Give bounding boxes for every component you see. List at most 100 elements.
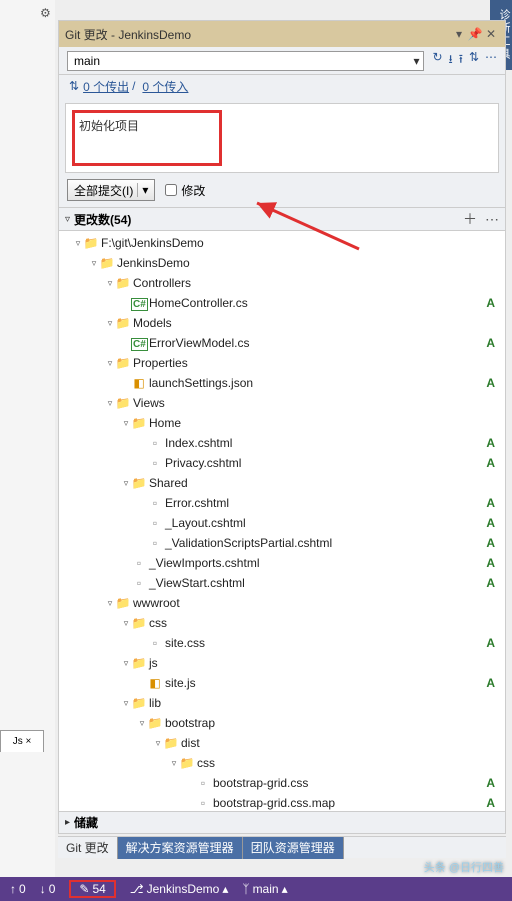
tree-row[interactable]: ▿📁Controllers bbox=[59, 273, 505, 293]
tree-row[interactable]: ▫_ViewImports.cshtmlA bbox=[59, 553, 505, 573]
tab-git-changes[interactable]: Git 更改 bbox=[58, 837, 118, 859]
tree-row[interactable]: ▿📁css bbox=[59, 753, 505, 773]
tree-row[interactable]: ▿📁lib bbox=[59, 693, 505, 713]
tree-row[interactable]: ▫Error.cshtmlA bbox=[59, 493, 505, 513]
sync-icon[interactable]: ⇅ bbox=[469, 50, 479, 71]
expand-icon[interactable]: ▿ bbox=[121, 618, 131, 629]
expand-icon[interactable]: ▿ bbox=[121, 478, 131, 489]
expand-icon[interactable]: ▿ bbox=[105, 358, 115, 369]
amend-checkbox-input[interactable] bbox=[165, 184, 177, 196]
expand-icon[interactable]: ▿ bbox=[89, 258, 99, 269]
watermark: 头条 @日行四善 bbox=[424, 859, 504, 875]
tree-row[interactable]: ▿📁js bbox=[59, 653, 505, 673]
tree-item-label: Properties bbox=[133, 356, 188, 370]
commit-all-button[interactable]: 全部提交(I) ▾ bbox=[67, 179, 155, 201]
tree-row[interactable]: ▿📁Properties bbox=[59, 353, 505, 373]
tree-item-label: launchSettings.json bbox=[149, 376, 253, 390]
amend-checkbox[interactable]: 修改 bbox=[165, 182, 205, 199]
expand-icon[interactable]: ▿ bbox=[121, 418, 131, 429]
tree-row[interactable]: ▿📁Home bbox=[59, 413, 505, 433]
expand-icon[interactable]: ▿ bbox=[105, 398, 115, 409]
js-icon: ◧ bbox=[131, 376, 147, 390]
chevron-down-icon[interactable]: ▿ bbox=[65, 214, 70, 225]
chevron-down-icon[interactable]: ▾ bbox=[137, 183, 148, 197]
tree-row[interactable]: ◧site.jsA bbox=[59, 673, 505, 693]
tree-row[interactable]: ▿📁css bbox=[59, 613, 505, 633]
folder-icon: 📁 bbox=[115, 316, 131, 330]
tree-row[interactable]: ▿📁F:\git\JenkinsDemo bbox=[59, 233, 505, 253]
tree-row[interactable]: ▿📁bootstrap bbox=[59, 713, 505, 733]
pin-icon[interactable]: 📌 bbox=[467, 27, 483, 41]
dropdown-icon[interactable]: ▾ bbox=[451, 27, 467, 41]
tree-row[interactable]: C#HomeController.csA bbox=[59, 293, 505, 313]
changes-tree[interactable]: ▿📁F:\git\JenkinsDemo▿📁JenkinsDemo▿📁Contr… bbox=[59, 231, 505, 811]
file-icon: ▫ bbox=[195, 776, 211, 790]
change-badge: A bbox=[486, 776, 495, 790]
expand-icon[interactable]: ▿ bbox=[169, 758, 179, 769]
tree-row[interactable]: ▿📁dist bbox=[59, 733, 505, 753]
tree-row[interactable]: ▫Privacy.cshtmlA bbox=[59, 453, 505, 473]
expand-icon[interactable]: ▿ bbox=[105, 278, 115, 289]
status-push[interactable]: ↑ 0 bbox=[10, 882, 26, 896]
outgoing-link[interactable]: 0 个传出 bbox=[83, 78, 129, 95]
expand-icon[interactable]: ▿ bbox=[73, 238, 83, 249]
tree-row[interactable]: ▫_Layout.cshtmlA bbox=[59, 513, 505, 533]
tree-row[interactable]: ▿📁Models bbox=[59, 313, 505, 333]
push-icon[interactable]: ⭱ bbox=[459, 50, 463, 71]
folder-icon: 📁 bbox=[131, 616, 147, 630]
tree-row[interactable]: ◧launchSettings.jsonA bbox=[59, 373, 505, 393]
tree-item-label: ErrorViewModel.cs bbox=[149, 336, 249, 350]
tree-row[interactable]: ▫bootstrap-grid.cssA bbox=[59, 773, 505, 793]
chevron-right-icon[interactable]: ▸ bbox=[65, 817, 70, 828]
tree-row[interactable]: ▿📁Shared bbox=[59, 473, 505, 493]
change-badge: A bbox=[486, 636, 495, 650]
expand-icon[interactable]: ▿ bbox=[153, 738, 163, 749]
folder-icon: 📁 bbox=[163, 736, 179, 750]
tree-row[interactable]: ▫bootstrap-grid.css.mapA bbox=[59, 793, 505, 811]
tree-item-label: Error.cshtml bbox=[165, 496, 229, 510]
expand-icon[interactable]: ▿ bbox=[121, 698, 131, 709]
tree-row[interactable]: ▫Index.cshtmlA bbox=[59, 433, 505, 453]
expand-icon[interactable]: ▿ bbox=[121, 658, 131, 669]
left-editor-strip bbox=[0, 0, 55, 901]
tree-row[interactable]: ▫site.cssA bbox=[59, 633, 505, 653]
folder-icon: 📁 bbox=[115, 396, 131, 410]
expand-icon[interactable]: ▿ bbox=[105, 598, 115, 609]
incoming-link[interactable]: 0 个传入 bbox=[142, 78, 188, 95]
change-badge: A bbox=[486, 676, 495, 690]
expand-icon[interactable]: ▿ bbox=[105, 318, 115, 329]
file-icon: ▫ bbox=[131, 556, 147, 570]
tab-solution-explorer[interactable]: 解决方案资源管理器 bbox=[118, 837, 243, 859]
tree-row[interactable]: ▿📁JenkinsDemo bbox=[59, 253, 505, 273]
tree-row[interactable]: ▫_ViewStart.cshtmlA bbox=[59, 573, 505, 593]
tree-row[interactable]: ▿📁Views bbox=[59, 393, 505, 413]
commit-message-input[interactable]: 初始化项目 bbox=[72, 110, 222, 166]
tree-item-label: _ViewStart.cshtml bbox=[149, 576, 245, 590]
close-icon[interactable]: ✕ bbox=[483, 27, 499, 41]
more-icon[interactable]: ⋯ bbox=[485, 211, 499, 228]
tab-team-explorer[interactable]: 团队资源管理器 bbox=[243, 837, 344, 859]
stash-section-header[interactable]: ▸ 储藏 bbox=[59, 811, 505, 833]
status-branch[interactable]: ᛉ main ▴ bbox=[242, 882, 287, 896]
js-icon: ◧ bbox=[147, 676, 163, 690]
pull-icon[interactable]: ⭳ bbox=[449, 50, 453, 71]
folder-icon: 📁 bbox=[115, 596, 131, 610]
gear-icon[interactable]: ⚙ bbox=[40, 6, 51, 20]
fetch-icon[interactable]: ↻ bbox=[432, 50, 442, 71]
tree-row[interactable]: C#ErrorViewModel.csA bbox=[59, 333, 505, 353]
expand-icon[interactable]: ▿ bbox=[137, 718, 147, 729]
more-icon[interactable]: ⋯ bbox=[485, 50, 497, 71]
folder-icon: 📁 bbox=[147, 716, 163, 730]
status-pull[interactable]: ↓ 0 bbox=[40, 882, 56, 896]
branch-selector[interactable]: main bbox=[67, 51, 424, 71]
changes-section-header[interactable]: ▿ 更改数(54) ＋ ⋯ bbox=[59, 207, 505, 231]
tree-item-label: bootstrap bbox=[165, 716, 215, 730]
stage-all-icon[interactable]: ＋ bbox=[463, 209, 477, 229]
panel-title: Git 更改 - JenkinsDemo bbox=[65, 26, 451, 43]
change-badge: A bbox=[486, 536, 495, 550]
status-repo[interactable]: ⎇ JenkinsDemo ▴ bbox=[130, 882, 229, 896]
status-pending-changes[interactable]: ✎ 54 bbox=[69, 880, 115, 898]
tree-row[interactable]: ▫_ValidationScriptsPartial.cshtmlA bbox=[59, 533, 505, 553]
left-dock-tab[interactable]: Js × bbox=[0, 730, 44, 752]
tree-row[interactable]: ▿📁wwwroot bbox=[59, 593, 505, 613]
